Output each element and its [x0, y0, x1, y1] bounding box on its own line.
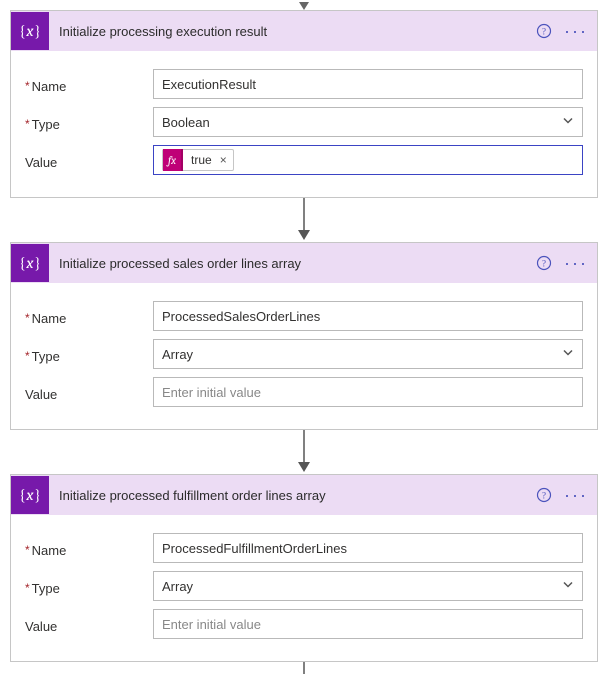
- token-remove-icon[interactable]: ×: [220, 153, 227, 167]
- svg-text:?: ?: [542, 491, 546, 501]
- svg-text:?: ?: [542, 259, 546, 269]
- field-label-type: Type: [25, 345, 153, 364]
- type-select[interactable]: Boolean: [153, 107, 583, 137]
- variable-icon: x: [11, 476, 49, 514]
- type-value: Array: [162, 579, 193, 594]
- action-card-fulfillment-order-lines: x Initialize processed fulfillment order…: [10, 474, 598, 662]
- more-menu-button[interactable]: ···: [563, 252, 589, 274]
- name-input[interactable]: [153, 301, 583, 331]
- type-select[interactable]: Array: [153, 571, 583, 601]
- field-label-name: Name: [25, 75, 153, 94]
- chevron-down-icon: [562, 579, 574, 594]
- field-label-value: Value: [25, 383, 153, 402]
- type-value: Boolean: [162, 115, 210, 130]
- token-text: true: [189, 153, 214, 167]
- name-input[interactable]: [153, 69, 583, 99]
- card-title: Initialize processed fulfillment order l…: [59, 488, 525, 503]
- field-label-name: Name: [25, 539, 153, 558]
- variable-icon: x: [11, 12, 49, 50]
- card-title: Initialize processed sales order lines a…: [59, 256, 525, 271]
- help-icon[interactable]: ?: [535, 254, 553, 272]
- name-input[interactable]: [153, 533, 583, 563]
- field-label-type: Type: [25, 577, 153, 596]
- value-placeholder: Enter initial value: [162, 617, 261, 632]
- value-input[interactable]: fx true ×: [153, 145, 583, 175]
- field-label-value: Value: [25, 151, 153, 170]
- chevron-down-icon: [562, 115, 574, 130]
- value-input[interactable]: Enter initial value: [153, 609, 583, 639]
- help-icon[interactable]: ?: [535, 486, 553, 504]
- fx-icon: fx: [163, 149, 183, 171]
- card-header[interactable]: x Initialize processed fulfillment order…: [11, 475, 597, 515]
- flow-arrow[interactable]: [294, 430, 314, 474]
- card-header[interactable]: x Initialize processing execution result…: [11, 11, 597, 51]
- flow-arrow[interactable]: [294, 198, 314, 242]
- card-title: Initialize processing execution result: [59, 24, 525, 39]
- action-card-execution-result: x Initialize processing execution result…: [10, 10, 598, 198]
- field-label-type: Type: [25, 113, 153, 132]
- value-placeholder: Enter initial value: [162, 385, 261, 400]
- card-body: Name Type Array Value: [11, 515, 597, 661]
- variable-icon: x: [11, 244, 49, 282]
- svg-text:?: ?: [542, 27, 546, 37]
- type-select[interactable]: Array: [153, 339, 583, 369]
- field-label-value: Value: [25, 615, 153, 634]
- chevron-down-icon: [562, 347, 574, 362]
- card-body: Name Type Boolean Value: [11, 51, 597, 197]
- more-menu-button[interactable]: ···: [563, 484, 589, 506]
- action-card-sales-order-lines: x Initialize processed sales order lines…: [10, 242, 598, 430]
- value-input[interactable]: Enter initial value: [153, 377, 583, 407]
- help-icon[interactable]: ?: [535, 22, 553, 40]
- card-header[interactable]: x Initialize processed sales order lines…: [11, 243, 597, 283]
- card-body: Name Type Array Value: [11, 283, 597, 429]
- expression-token[interactable]: fx true ×: [162, 149, 234, 171]
- field-label-name: Name: [25, 307, 153, 326]
- type-value: Array: [162, 347, 193, 362]
- more-menu-button[interactable]: ···: [563, 20, 589, 42]
